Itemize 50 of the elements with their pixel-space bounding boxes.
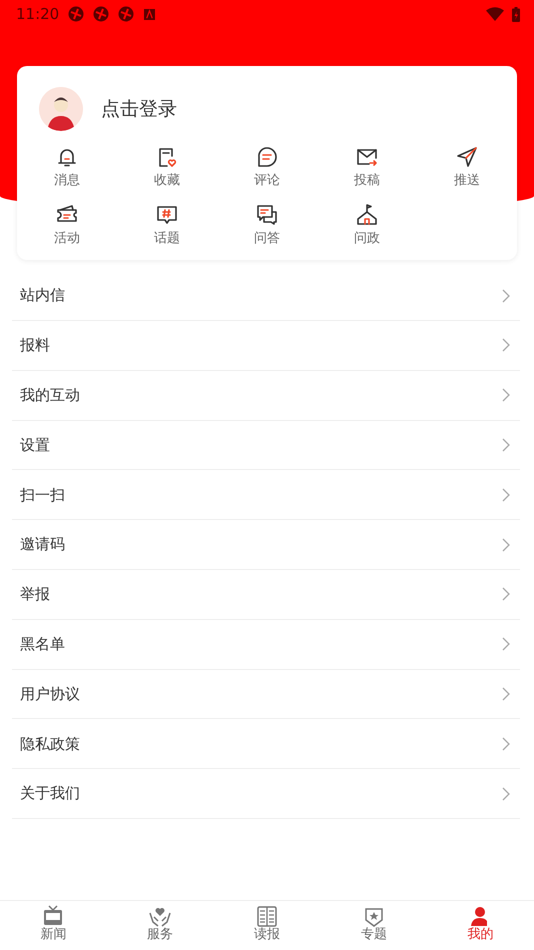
menu-item[interactable]: 邀请码 <box>12 520 520 570</box>
chevron-right-icon <box>502 488 510 502</box>
shortcut-button[interactable]: 问政 <box>317 202 417 246</box>
menu-item[interactable]: 报料 <box>12 320 520 371</box>
notification-icon <box>144 8 156 20</box>
app-notification-icon <box>118 6 134 22</box>
chevron-right-icon <box>502 538 510 552</box>
chevron-right-icon <box>502 338 510 352</box>
menu-item[interactable]: 扫一扫 <box>12 470 520 520</box>
shortcut-button[interactable]: 活动 <box>17 202 117 246</box>
nav-tab[interactable]: 我的 <box>427 901 534 950</box>
menu-item[interactable]: 关于我们 <box>12 769 520 819</box>
menu-item[interactable]: 我的互动 <box>12 370 520 421</box>
newspaper-icon <box>254 905 279 927</box>
chevron-right-icon <box>502 388 510 402</box>
menu-item[interactable]: 举报 <box>12 570 520 620</box>
menu-item[interactable]: 设置 <box>12 420 520 470</box>
menu-item[interactable]: 用户协议 <box>12 670 520 720</box>
building-flag-icon <box>355 202 379 227</box>
menu-item[interactable]: 黑名单 <box>12 620 520 670</box>
wifi-icon <box>486 7 504 21</box>
chevron-right-icon <box>502 736 510 751</box>
nav-tab[interactable]: 专题 <box>320 901 428 950</box>
nav-tab[interactable]: 读报 <box>214 901 320 950</box>
status-time: 11:20 <box>16 4 60 25</box>
shortcut-button[interactable]: 收藏 <box>117 145 217 189</box>
chevron-right-icon <box>502 438 510 452</box>
login-link[interactable]: 点击登录 <box>101 94 177 124</box>
hands-heart-icon <box>148 905 172 927</box>
shortcut-button[interactable]: 推送 <box>417 145 517 189</box>
chat-bubbles-icon <box>255 202 279 227</box>
nav-tab[interactable]: 服务 <box>106 901 214 950</box>
shortcut-button[interactable]: 投稿 <box>317 145 417 189</box>
shortcut-button[interactable]: 评论 <box>217 145 317 189</box>
shortcut-button[interactable]: 话题 <box>117 202 217 246</box>
nav-tab[interactable]: 新闻 <box>0 901 107 950</box>
shortcut-button[interactable]: 消息 <box>17 145 117 189</box>
chevron-right-icon <box>502 686 510 701</box>
speech-bubble-icon <box>255 145 279 169</box>
chevron-right-icon <box>502 587 510 602</box>
menu-item[interactable]: 站内信 <box>12 271 520 321</box>
chevron-right-icon <box>502 637 510 652</box>
chevron-right-icon <box>502 786 510 801</box>
battery-icon <box>512 6 520 22</box>
paper-plane-icon <box>455 145 479 169</box>
menu-item[interactable]: 隐私政策 <box>12 719 520 770</box>
app-notification-icon <box>93 6 110 22</box>
chevron-right-icon <box>502 288 510 303</box>
shortcut-button[interactable]: 问答 <box>217 202 317 246</box>
app-notification-icon <box>68 6 84 22</box>
